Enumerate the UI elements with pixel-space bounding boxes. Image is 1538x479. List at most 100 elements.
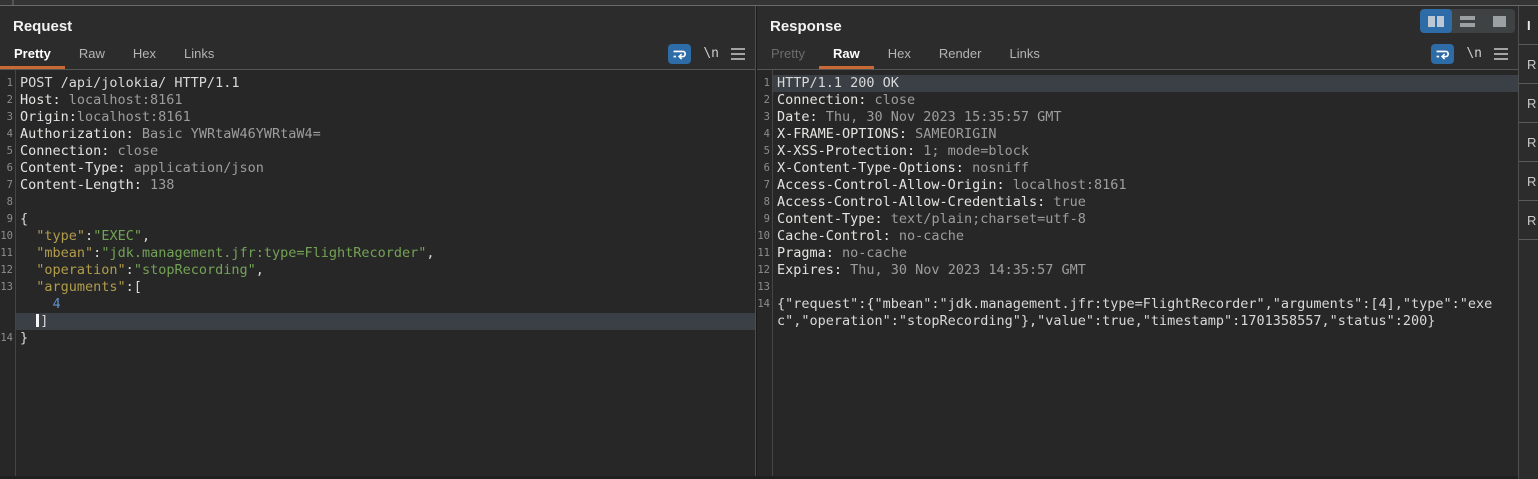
single-view-button[interactable] — [1483, 9, 1515, 33]
request-editor[interactable]: 1POST /api/jolokia/ HTTP/1.12Host: local… — [0, 70, 755, 479]
line-number: 5 — [0, 143, 13, 160]
line-number: 12 — [757, 262, 770, 279]
line-content: Date: Thu, 30 Nov 2023 15:35:57 GMT — [772, 109, 1518, 126]
code-line[interactable]: 3Origin:localhost:8161 — [0, 109, 755, 126]
code-line[interactable]: 4Authorization: Basic YWRtaW46YWRtaW4= — [0, 126, 755, 143]
line-number: 3 — [757, 109, 770, 126]
line-number: 1 — [0, 75, 13, 92]
line-number: 4 — [0, 126, 13, 143]
code-line[interactable]: 5Connection: close — [0, 143, 755, 160]
tab-hex[interactable]: Hex — [874, 38, 925, 69]
tab-links[interactable]: Links — [170, 38, 228, 69]
tab-pretty[interactable]: Pretty — [757, 38, 819, 69]
code-line[interactable]: 8Access-Control-Allow-Credentials: true — [757, 194, 1518, 211]
inspector-section[interactable]: R — [1519, 162, 1538, 201]
line-number: 12 — [0, 262, 13, 279]
word-wrap-toggle-button[interactable] — [1431, 44, 1454, 64]
word-wrap-icon — [1434, 47, 1451, 61]
response-pane-title: Response — [770, 18, 842, 35]
code-line[interactable]: 7Content-Length: 138 — [0, 177, 755, 194]
editor-menu-button[interactable] — [731, 48, 745, 60]
code-line[interactable]: 9{ — [0, 211, 755, 228]
line-number — [0, 296, 13, 313]
two-columns-icon — [1428, 16, 1435, 27]
line-number: 2 — [0, 92, 13, 109]
line-content: Access-Control-Allow-Origin: localhost:8… — [772, 177, 1518, 194]
code-line[interactable]: 1POST /api/jolokia/ HTTP/1.1 — [0, 75, 755, 92]
line-number: 8 — [0, 194, 13, 211]
inspector-section[interactable]: R — [1519, 123, 1538, 162]
code-line[interactable]: 4X-FRAME-OPTIONS: SAMEORIGIN — [757, 126, 1518, 143]
line-content: Connection: close — [15, 143, 755, 160]
split-rows-view-button[interactable] — [1452, 9, 1484, 33]
code-line[interactable]: 11 "mbean":"jdk.management.jfr:type=Flig… — [0, 245, 755, 262]
line-content: X-Content-Type-Options: nosniff — [772, 160, 1518, 177]
code-line[interactable]: 5X-XSS-Protection: 1; mode=block — [757, 143, 1518, 160]
line-content: Access-Control-Allow-Credentials: true — [772, 194, 1518, 211]
tab-raw[interactable]: Raw — [65, 38, 119, 69]
line-content — [15, 194, 755, 211]
response-tabbar: PrettyRawHexRenderLinks \n — [757, 38, 1518, 70]
tab-links[interactable]: Links — [995, 38, 1053, 69]
line-number: 9 — [0, 211, 13, 228]
line-content: } — [15, 330, 755, 347]
code-line[interactable]: 13 — [757, 279, 1518, 296]
code-line[interactable]: 14} — [0, 330, 755, 347]
tab-render[interactable]: Render — [925, 38, 996, 69]
inspector-section[interactable]: R — [1519, 201, 1538, 240]
inspector-section[interactable]: R — [1519, 45, 1538, 84]
code-line[interactable]: 2Host: localhost:8161 — [0, 92, 755, 109]
code-line[interactable]: 2Connection: close — [757, 92, 1518, 109]
line-number: 14 — [0, 330, 13, 347]
inspector-header[interactable]: I — [1519, 6, 1538, 45]
single-pane-icon — [1493, 16, 1506, 27]
line-content: Connection: close — [772, 92, 1518, 109]
code-line[interactable]: 12 "operation":"stopRecording", — [0, 262, 755, 279]
gutter-separator — [15, 70, 16, 479]
code-line[interactable]: 6Content-Type: application/json — [0, 160, 755, 177]
line-number: 8 — [757, 194, 770, 211]
line-content: 4 — [15, 296, 755, 313]
tab-raw[interactable]: Raw — [819, 38, 874, 69]
editor-menu-button[interactable] — [1494, 48, 1508, 60]
code-line[interactable]: 7Access-Control-Allow-Origin: localhost:… — [757, 177, 1518, 194]
code-line[interactable]: 9Content-Type: text/plain;charset=utf-8 — [757, 211, 1518, 228]
line-content: Content-Type: text/plain;charset=utf-8 — [772, 211, 1518, 228]
response-editor[interactable]: 1HTTP/1.1 200 OK2Connection: close3Date:… — [757, 70, 1518, 479]
show-newlines-toggle[interactable]: \n — [703, 46, 719, 61]
code-line[interactable]: 3Date: Thu, 30 Nov 2023 15:35:57 GMT — [757, 109, 1518, 126]
tab-pretty[interactable]: Pretty — [0, 38, 65, 69]
line-content: Content-Length: 138 — [15, 177, 755, 194]
line-number: 7 — [757, 177, 770, 194]
code-line[interactable]: 8 — [0, 194, 755, 211]
tab-hex[interactable]: Hex — [119, 38, 170, 69]
code-line[interactable]: 1HTTP/1.1 200 OK — [757, 75, 1518, 92]
show-newlines-toggle[interactable]: \n — [1466, 46, 1482, 61]
line-content: ] — [15, 313, 755, 330]
line-number: 13 — [0, 279, 13, 296]
line-content: HTTP/1.1 200 OK — [772, 75, 1518, 92]
line-content: "type":"EXEC", — [15, 228, 755, 245]
line-number: 3 — [0, 109, 13, 126]
split-columns-view-button[interactable] — [1420, 9, 1452, 33]
code-line[interactable]: 11Pragma: no-cache — [757, 245, 1518, 262]
line-content: Expires: Thu, 30 Nov 2023 14:35:57 GMT — [772, 262, 1518, 279]
code-line[interactable]: 10Cache-Control: no-cache — [757, 228, 1518, 245]
code-line[interactable]: 4 — [0, 296, 755, 313]
line-content: { — [15, 211, 755, 228]
response-pane: Response PrettyRawHexRenderLinks \n 1HTT… — [757, 6, 1518, 479]
line-content: Origin:localhost:8161 — [15, 109, 755, 126]
code-line[interactable]: 13 "arguments":[ — [0, 279, 755, 296]
line-number: 6 — [757, 160, 770, 177]
code-line[interactable]: 6X-Content-Type-Options: nosniff — [757, 160, 1518, 177]
code-line[interactable]: 10 "type":"EXEC", — [0, 228, 755, 245]
burp-message-editor: Request PrettyRawHexLinks \n 1POST /api/… — [0, 0, 1538, 479]
line-number: 9 — [757, 211, 770, 228]
tab-boundary-notch — [12, 0, 14, 5]
inspector-section[interactable]: R — [1519, 84, 1538, 123]
word-wrap-toggle-button[interactable] — [668, 44, 691, 64]
pane-divider[interactable] — [755, 6, 756, 479]
code-line[interactable]: ] — [0, 313, 755, 330]
code-line[interactable]: 14{"request":{"mbean":"jdk.management.jf… — [757, 296, 1518, 330]
code-line[interactable]: 12Expires: Thu, 30 Nov 2023 14:35:57 GMT — [757, 262, 1518, 279]
